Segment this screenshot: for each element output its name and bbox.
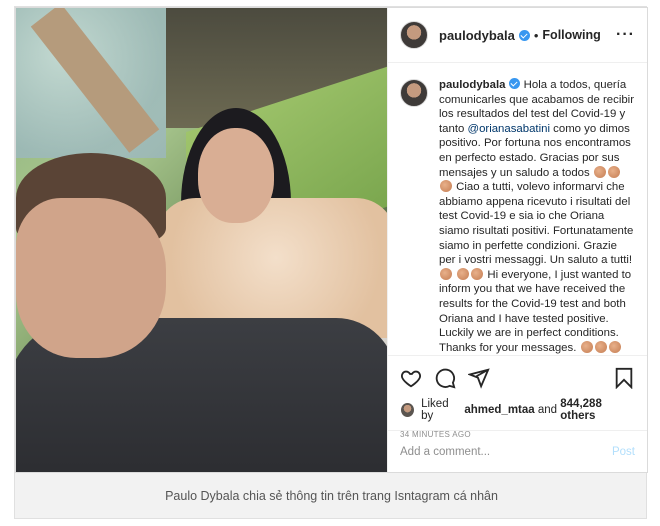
- photo-man-face: [16, 198, 166, 358]
- caption-username-link[interactable]: paulodybala: [439, 79, 505, 91]
- flexed-biceps-emoji-icon: [457, 267, 470, 280]
- flexed-biceps-emoji-icon: [608, 340, 621, 353]
- verified-badge-icon: [518, 29, 530, 41]
- flexed-biceps-emoji-icon: [440, 180, 452, 193]
- following-button[interactable]: Following: [542, 28, 600, 42]
- flexed-biceps-emoji-icon: [607, 165, 620, 178]
- likes-and: and: [537, 404, 558, 416]
- bookmark-icon[interactable]: [613, 367, 635, 389]
- flexed-biceps-emoji-icon: [471, 267, 484, 280]
- liker-avatar: [400, 402, 416, 418]
- avatar[interactable]: [400, 21, 428, 49]
- post-sidebar: paulodybala • Following ··· paulodybala …: [387, 8, 647, 472]
- more-horizontal-icon[interactable]: ···: [616, 26, 635, 44]
- instagram-post: paulodybala • Following ··· paulodybala …: [15, 7, 648, 473]
- caption-verified-badge-icon: [509, 78, 521, 89]
- post-photo[interactable]: [16, 8, 387, 472]
- article-figure: paulodybala • Following ··· paulodybala …: [14, 6, 648, 519]
- likes-prefix: Liked by: [421, 398, 449, 422]
- post-header: paulodybala • Following ···: [388, 8, 647, 63]
- comment-input[interactable]: [400, 445, 612, 458]
- post-comment-button[interactable]: Post: [612, 446, 635, 458]
- likes-summary: Liked by ahmed_mtaa and 844,288 others: [400, 398, 635, 422]
- username-link[interactable]: paulodybala: [439, 28, 515, 43]
- header-separator: •: [533, 27, 539, 43]
- caption-part-italian: Ciao a tutti, volevo informarvi che abbi…: [439, 181, 634, 267]
- figure-caption: Paulo Dybala chia sẻ thông tin trên tran…: [165, 489, 498, 503]
- flexed-biceps-emoji-icon: [580, 340, 593, 353]
- liker-username-link[interactable]: ahmed_mtaa: [464, 404, 534, 416]
- caption-text: paulodybala Hola a todos, quería comunic…: [439, 78, 635, 354]
- flexed-biceps-emoji-icon: [440, 267, 452, 280]
- flexed-biceps-emoji-icon: [594, 340, 607, 353]
- comment-icon[interactable]: [434, 367, 456, 389]
- mention-link[interactable]: @orianasabatini: [468, 123, 551, 135]
- send-icon[interactable]: [468, 367, 490, 389]
- comment-bar: Post: [388, 430, 647, 472]
- action-icons: [400, 366, 635, 390]
- flexed-biceps-emoji-icon: [593, 165, 606, 178]
- post-caption: paulodybala Hola a todos, quería comunic…: [388, 64, 647, 354]
- heart-icon[interactable]: [400, 367, 422, 389]
- photo-woman-face: [198, 128, 274, 223]
- likes-count-link[interactable]: 844,288 others: [560, 398, 635, 422]
- caption-avatar[interactable]: [400, 79, 428, 107]
- post-actions: Liked by ahmed_mtaa and 844,288 others 3…: [388, 355, 647, 439]
